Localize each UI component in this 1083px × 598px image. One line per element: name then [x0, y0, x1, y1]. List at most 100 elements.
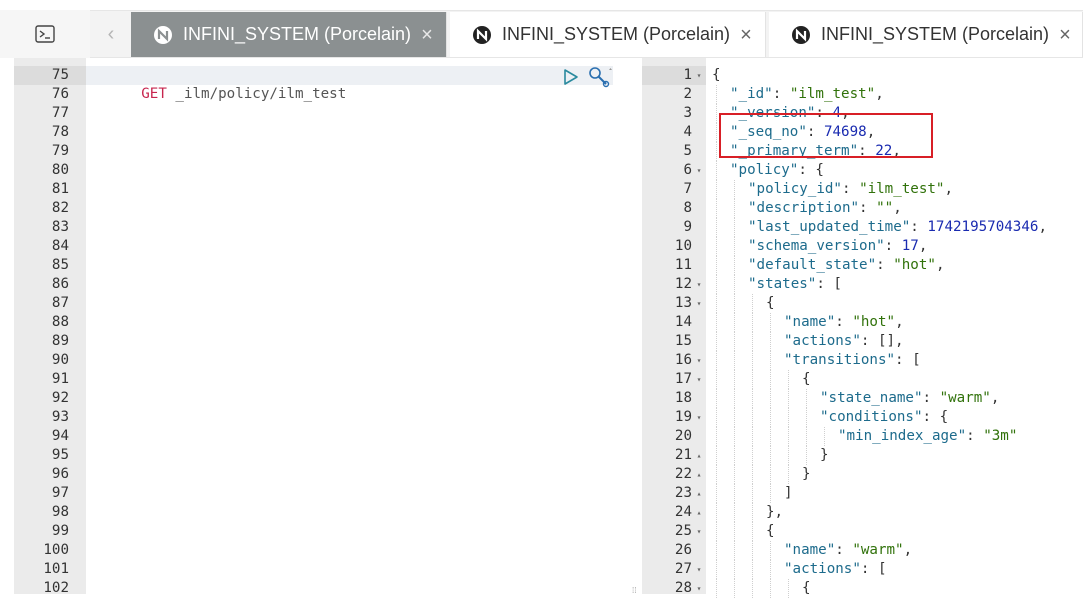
indent-guide — [716, 465, 717, 484]
tab-2[interactable]: INFINI_SYSTEM (Porcelain) × — [450, 12, 766, 57]
indent-guide — [716, 85, 717, 104]
json-punctuation: , — [918, 238, 928, 254]
indent-guide — [770, 427, 771, 446]
fold-toggle-icon[interactable]: ▾ — [692, 408, 706, 427]
indent-guide — [752, 560, 753, 579]
line-number: 21 ▴ — [642, 446, 706, 465]
console-toggle-button[interactable] — [0, 10, 90, 58]
indent-guide — [788, 408, 789, 427]
annotation-highlight-box — [719, 113, 933, 158]
indent-guide — [734, 560, 735, 579]
indent-guide — [752, 579, 753, 598]
json-key: "states" — [748, 276, 817, 292]
line-number: 7 — [683, 181, 692, 197]
fold-toggle-icon[interactable]: ▾ — [692, 522, 706, 541]
fold-toggle-icon[interactable]: ▾ — [692, 66, 706, 85]
request-editor[interactable]: 75 76 77 78 79 80 81 82 83 84 85 86 87 88 89 90 91 92 93 94… — [0, 58, 628, 596]
fold-toggle-icon[interactable]: ▾ — [692, 275, 706, 294]
line-number: 85 — [51, 257, 69, 273]
cluster-logo-icon — [792, 25, 810, 44]
json-line: } — [712, 446, 1083, 465]
line-number: 20 — [674, 428, 692, 444]
fold-toggle-icon[interactable]: ▾ — [692, 579, 706, 598]
request-actions — [563, 66, 613, 92]
line-number: 18 — [674, 390, 692, 406]
line-number: 102 — [43, 580, 69, 596]
fold-toggle-icon[interactable]: ▾ — [692, 351, 706, 370]
line-number: 82 — [51, 200, 69, 216]
run-request-button[interactable] — [563, 68, 579, 90]
json-line: "name": "hot", — [712, 313, 1083, 332]
line-number: 24 ▴ — [642, 503, 706, 522]
json-punctuation: : { — [922, 409, 949, 425]
json-key: "policy_id" — [748, 181, 842, 197]
json-line: ] — [712, 484, 1083, 503]
line-number: 5 — [683, 143, 692, 159]
indent-guide — [734, 294, 735, 313]
request-method: GET — [141, 86, 167, 102]
line-number: 75 — [14, 66, 86, 85]
indent-guide — [734, 541, 735, 560]
indent-guide — [734, 503, 735, 522]
indent-guide — [716, 408, 717, 427]
line-number: 77 — [51, 105, 69, 121]
indent-guide — [752, 332, 753, 351]
line-number: 101 — [43, 561, 69, 577]
json-line: "description": "", — [712, 199, 1083, 218]
json-key: "schema_version" — [748, 238, 885, 254]
json-key: "transitions" — [784, 352, 896, 368]
close-icon[interactable]: × — [1059, 25, 1071, 45]
json-key: "name" — [784, 542, 836, 558]
indent-guide — [734, 351, 735, 370]
cluster-logo-icon — [154, 25, 172, 44]
indent-guide — [752, 465, 753, 484]
line-number: 14 — [674, 314, 692, 330]
line-number: 76 — [51, 86, 69, 102]
indent-guide — [716, 123, 717, 142]
fold-toggle-icon[interactable]: ▴ — [692, 503, 706, 522]
fold-toggle-icon[interactable]: ▴ — [692, 446, 706, 465]
json-number: 17 — [901, 238, 919, 254]
json-string: "ilm_test" — [789, 86, 876, 102]
tab-3[interactable]: INFINI_SYSTEM (Porcelain) × — [769, 12, 1083, 57]
indent-guide — [734, 313, 735, 332]
json-line: "state_name": "warm", — [712, 389, 1083, 408]
close-icon[interactable]: × — [421, 25, 433, 45]
indent-guide — [806, 427, 807, 446]
indent-guide — [752, 408, 753, 427]
json-line: "transitions": [ — [712, 351, 1083, 370]
json-line: } — [712, 465, 1083, 484]
fold-toggle-icon[interactable]: ▾ — [692, 560, 706, 579]
json-line: "schema_version": 17, — [712, 237, 1083, 256]
response-line-gutter: 1 ▾ 2 3 4 5 6 ▾ 7 8 9 10 11 12 ▾ 13 ▾ 14 15 16 ▾ 17 ▾ 18 19 ▾ 20 21… — [642, 58, 706, 596]
json-string: "hot" — [893, 257, 936, 273]
indent-guide — [770, 541, 771, 560]
fold-toggle-icon[interactable]: ▾ — [692, 370, 706, 389]
json-punctuation: , — [893, 200, 902, 216]
indent-guide — [788, 370, 789, 389]
indent-guide — [734, 446, 735, 465]
json-key: "min_index_age" — [838, 428, 967, 444]
indent-guide — [752, 294, 753, 313]
json-line: "min_index_age": "3m" — [712, 427, 1083, 446]
line-number: 91 — [51, 371, 69, 387]
request-line[interactable]: GET _ilm/policy/ilm_test — [86, 66, 628, 102]
indent-guide — [734, 199, 735, 218]
close-icon[interactable]: × — [740, 25, 752, 45]
tab-1[interactable]: INFINI_SYSTEM (Porcelain) × — [131, 12, 447, 57]
line-number: 10 — [674, 238, 692, 254]
fold-toggle-icon[interactable]: ▾ — [692, 294, 706, 313]
fold-toggle-icon[interactable]: ▴ — [692, 465, 706, 484]
indent-guide — [716, 560, 717, 579]
indent-guide — [716, 427, 717, 446]
tab-scroll-left-button[interactable]: ‹ — [92, 10, 130, 58]
line-number: 16 ▾ — [642, 351, 706, 370]
request-settings-button[interactable] — [587, 66, 613, 92]
json-punctuation: , — [903, 542, 913, 558]
fold-toggle-icon[interactable]: ▾ — [692, 161, 706, 180]
line-number: 23 ▴ — [642, 484, 706, 503]
pane-splitter[interactable] — [628, 58, 642, 594]
json-string: "" — [876, 200, 894, 216]
fold-toggle-icon[interactable]: ▴ — [692, 484, 706, 503]
line-number: 99 — [51, 523, 69, 539]
